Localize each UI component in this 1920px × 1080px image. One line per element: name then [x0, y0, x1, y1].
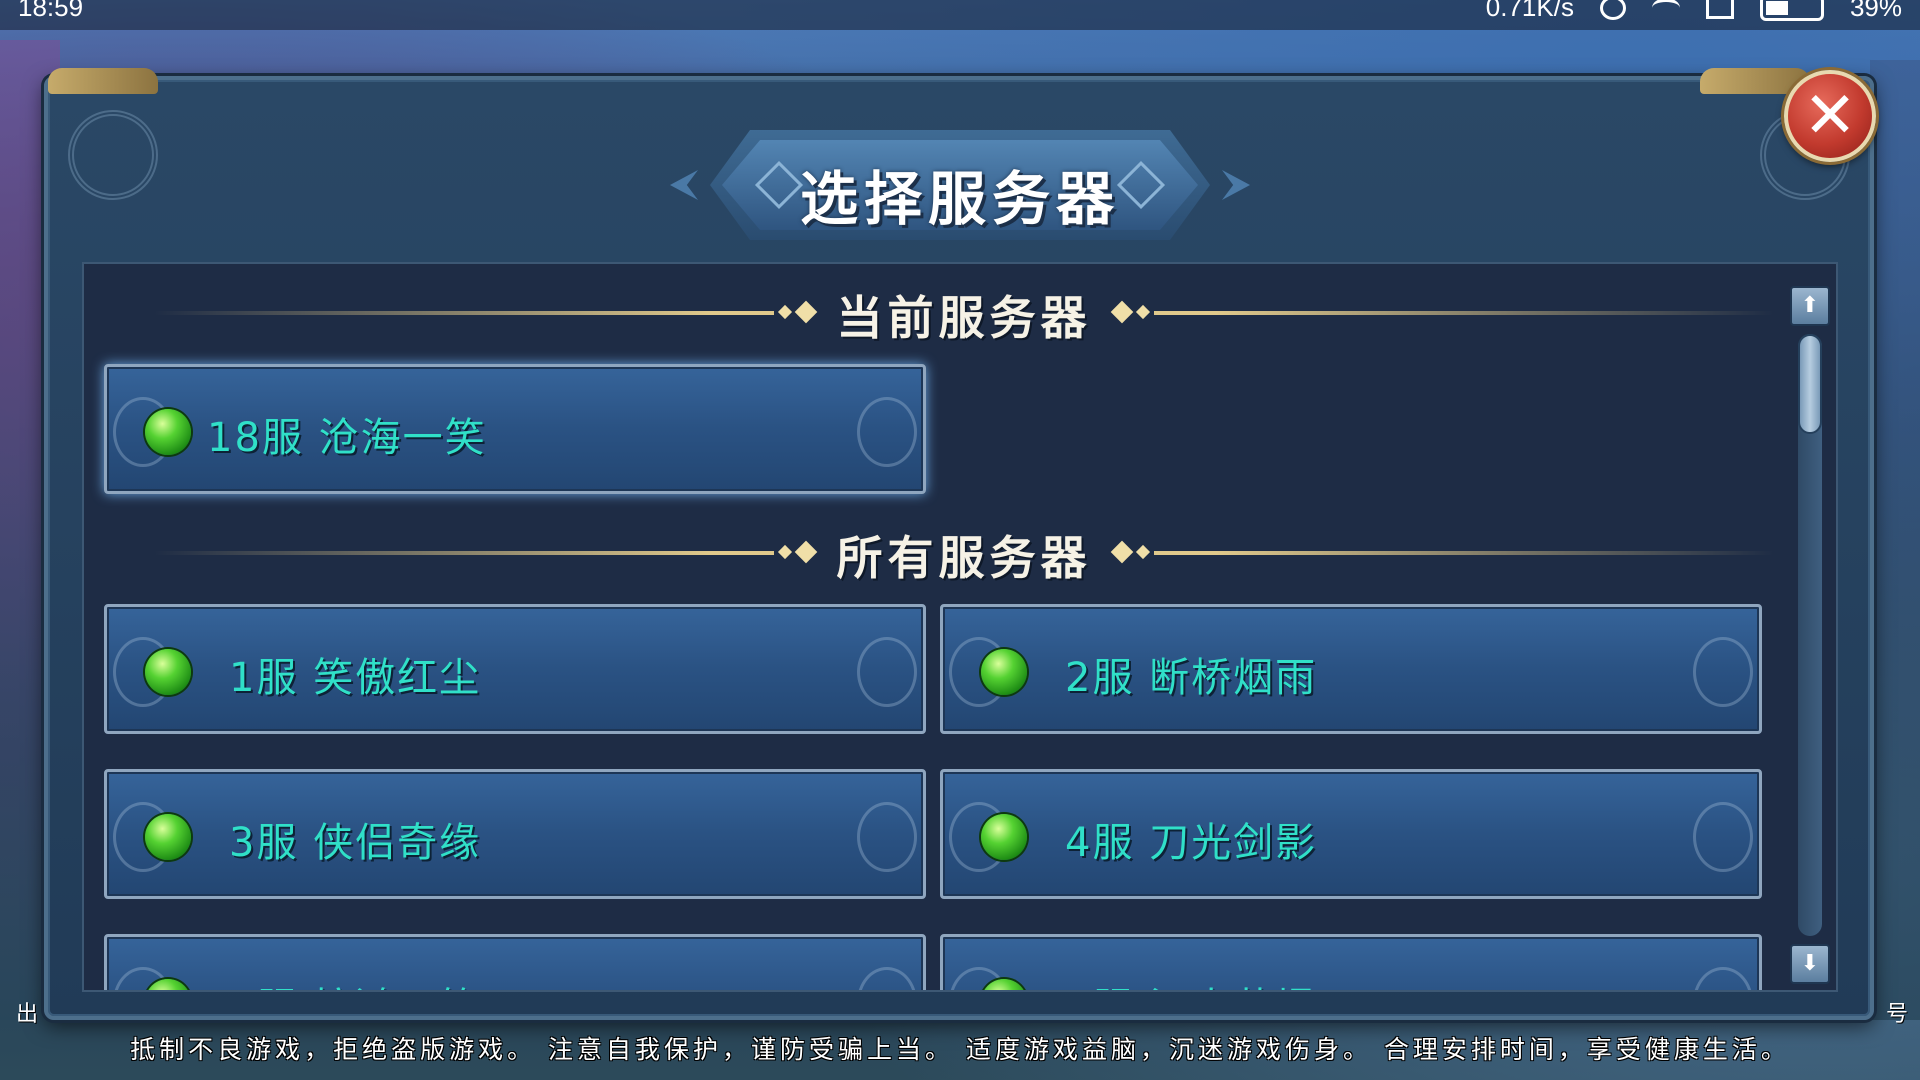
server-name: 4服 刀光剑影 — [1065, 820, 1318, 866]
title-plaque: 选择服务器 — [670, 130, 1250, 240]
online-status-icon — [145, 409, 191, 455]
battery-icon — [1759, 0, 1824, 21]
server-name: 5服 惊鸿一笑 — [229, 975, 481, 990]
server-list-area[interactable]: 当前服务器 18服 沧海一笑 所有服务器 1服 笑傲红尘 2服 断桥烟雨 3服 … — [82, 262, 1838, 992]
server-name: 18服 沧海一笑 — [207, 415, 487, 461]
online-status-icon — [981, 649, 1027, 695]
scroll-up-button[interactable]: ⬆ — [1790, 286, 1830, 326]
server-card-1[interactable]: 1服 笑傲红尘 — [104, 604, 926, 734]
wifi-icon — [1651, 0, 1680, 18]
server-name: 6服 江史薄堤 — [1065, 975, 1317, 990]
server-card-6[interactable]: 6服 江史薄堤 — [940, 934, 1762, 990]
section-title-all: 所有服务器 — [836, 531, 1092, 585]
section-header-current: 当前服务器 — [154, 282, 1774, 345]
scroll-down-button[interactable]: ⬇ — [1790, 944, 1830, 984]
online-status-icon — [981, 814, 1027, 860]
battery-percent: 39% — [1849, 0, 1902, 22]
server-name: 3服 侠侣奇缘 — [229, 820, 482, 866]
section-header-all: 所有服务器 — [154, 522, 1774, 585]
server-card-5[interactable]: 5服 惊鸿一笑 — [104, 934, 926, 990]
edge-text-right: 号 — [1885, 1002, 1908, 1027]
arrow-up-icon: ⬆ — [1800, 293, 1820, 318]
section-title-current: 当前服务器 — [836, 291, 1092, 345]
current-server-card[interactable]: 18服 沧海一笑 — [104, 364, 926, 494]
status-right-group: 0.71K/s 39% — [1486, 0, 1902, 23]
server-list-scrollbar[interactable]: ⬆ ⬇ — [1790, 286, 1830, 984]
server-card-4[interactable]: 4服 刀光剑影 — [940, 769, 1762, 899]
server-name: 2服 断桥烟雨 — [1065, 655, 1318, 701]
background-tree-right — [1870, 60, 1920, 1020]
edge-text-left: 出 — [16, 1002, 39, 1027]
arrow-down-icon: ⬇ — [1800, 951, 1820, 976]
online-status-icon — [145, 649, 191, 695]
close-button[interactable]: ✕ — [1784, 70, 1876, 162]
server-card-2[interactable]: 2服 断桥烟雨 — [940, 604, 1762, 734]
dialog-title: 选择服务器 — [799, 165, 1120, 233]
close-icon: ✕ — [1803, 79, 1857, 153]
alarm-icon — [1599, 0, 1626, 20]
card-ornament-right — [857, 397, 917, 467]
status-bar: 18:59 0.71K/s 39% — [0, 0, 1920, 30]
server-card-3[interactable]: 3服 侠侣奇缘 — [104, 769, 926, 899]
online-status-icon — [145, 814, 191, 860]
status-time: 18:59 — [18, 0, 84, 22]
corner-ornament-left — [48, 68, 158, 94]
scroll-thumb[interactable] — [1798, 334, 1822, 434]
scroll-track[interactable] — [1798, 334, 1822, 936]
server-name: 1服 笑傲红尘 — [229, 655, 482, 701]
health-notice: 抵制不良游戏，拒绝盗版游戏。 注意自我保护，谨防受骗上当。 适度游戏益脑，沉迷游… — [130, 1035, 1790, 1064]
cloud-pattern-left — [68, 110, 158, 200]
screenshot-icon — [1705, 0, 1734, 19]
net-speed: 0.71K/s — [1485, 0, 1574, 22]
